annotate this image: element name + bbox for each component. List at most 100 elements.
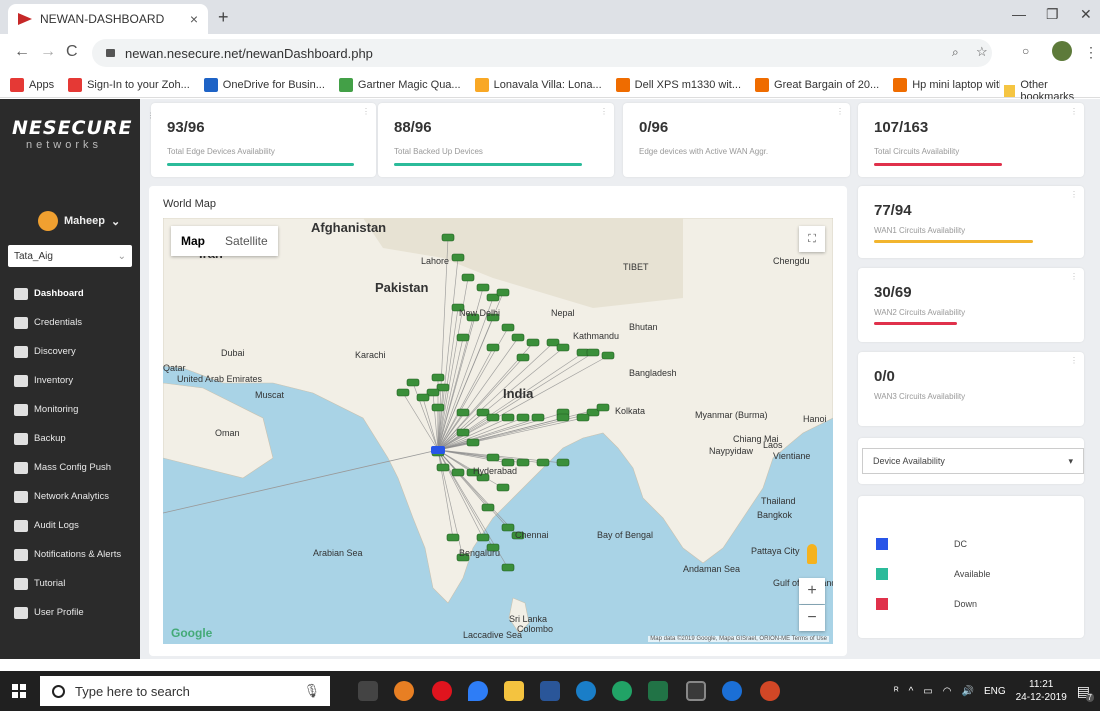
- map-place-label: Bengaluru: [459, 548, 501, 558]
- powerpoint-icon[interactable]: [760, 681, 780, 701]
- battery-icon[interactable]: ▭: [923, 686, 932, 697]
- sidebar-item-monitoring[interactable]: Monitoring: [0, 395, 140, 424]
- user-menu[interactable]: Maheep ⌄: [38, 211, 120, 231]
- stat-card: ⋮ 88/96 Total Backed Up Devices: [378, 103, 614, 177]
- bookmark-item[interactable]: Gartner Magic Qua...: [338, 77, 461, 92]
- bookmark-item[interactable]: Great Bargain of 20...: [755, 77, 879, 92]
- device-marker: [431, 403, 445, 412]
- sidebar-item-network-analytics[interactable]: Network Analytics: [0, 482, 140, 511]
- device-marker: [456, 408, 470, 417]
- sidebar-item-tutorial[interactable]: Tutorial: [0, 569, 140, 598]
- sidebar-item-label: Mass Config Push: [34, 462, 112, 473]
- sidebar-item-backup[interactable]: Backup: [0, 424, 140, 453]
- card-menu-icon[interactable]: ⋮: [1070, 272, 1078, 281]
- word-icon[interactable]: [540, 681, 560, 701]
- device-marker: [466, 438, 480, 447]
- card-menu-icon[interactable]: ⋮: [1070, 190, 1078, 199]
- new-tab-icon[interactable]: +: [218, 7, 229, 28]
- bookmark-star-icon[interactable]: ☆: [976, 44, 988, 60]
- device-marker: [486, 343, 500, 352]
- maps-pin-icon[interactable]: [468, 681, 488, 701]
- sidebar-item-audit-logs[interactable]: Audit Logs: [0, 511, 140, 540]
- language-indicator[interactable]: ENG: [984, 686, 1006, 697]
- sidebar-item-discovery[interactable]: Discovery: [0, 337, 140, 366]
- menu-kebab-icon[interactable]: ⋮: [1084, 44, 1098, 61]
- wan-label: WAN2 Circuits Availability: [874, 308, 966, 317]
- minimize-icon[interactable]: —: [1012, 6, 1026, 22]
- profile-avatar[interactable]: [1052, 41, 1072, 61]
- apps-grid-icon: [10, 77, 24, 92]
- bookmark-item[interactable]: OneDrive for Busin...: [203, 77, 325, 92]
- network-icon[interactable]: ◠: [943, 686, 952, 697]
- device-availability-select[interactable]: Device Availability ▾: [862, 448, 1084, 474]
- sidebar-item-user-profile[interactable]: User Profile: [0, 598, 140, 627]
- bookmark-favicon-icon: [893, 77, 908, 92]
- card-menu-icon[interactable]: ⋮: [1070, 107, 1078, 116]
- firefox-icon[interactable]: [394, 681, 414, 701]
- bookmark-item[interactable]: Lonavala Villa: Lona...: [474, 77, 602, 92]
- tab-title: NEWAN-DASHBOARD: [40, 12, 165, 26]
- task-view-icon[interactable]: [358, 681, 378, 701]
- notification-center-icon[interactable]: ▤ 7: [1077, 683, 1094, 702]
- url-field[interactable]: newan.nesecure.net/newanDashboard.php: [92, 39, 992, 67]
- bookmark-item[interactable]: Dell XPS m1330 wit...: [615, 77, 741, 92]
- stat-label: Total Edge Devices Availability: [167, 147, 275, 156]
- zoom-in-button[interactable]: +: [799, 578, 825, 604]
- microphone-icon[interactable]: 🎙: [303, 683, 320, 699]
- restore-icon[interactable]: ❐: [1046, 6, 1059, 23]
- tray-overflow-icon[interactable]: ^: [909, 686, 914, 697]
- map-place-label: Colombo: [517, 624, 554, 634]
- people-icon[interactable]: ᴿ: [894, 686, 899, 697]
- monitor-icon: [14, 403, 28, 416]
- device-marker: [451, 253, 465, 262]
- sidebar-item-notifications-alerts[interactable]: Notifications & Alerts: [0, 540, 140, 569]
- pegman-icon[interactable]: [799, 541, 825, 567]
- card-menu-icon[interactable]: ⋮: [600, 107, 608, 116]
- taskbar-search-input[interactable]: Type here to search 🎙: [40, 676, 330, 706]
- map-type-map-button[interactable]: Map: [171, 226, 215, 256]
- sidebar-item-label: Inventory: [34, 375, 74, 386]
- system-tray: ᴿ ^ ▭ ◠ 🔊 ENG 11:21 24-12-2019 ▤ 7: [894, 671, 1094, 711]
- close-window-icon[interactable]: ✕: [1080, 6, 1092, 23]
- sidebar-item-mass-config-push[interactable]: Mass Config Push: [0, 453, 140, 482]
- opera-icon[interactable]: [432, 681, 452, 701]
- zoom-icon[interactable]: ⌕: [952, 45, 959, 60]
- card-menu-icon[interactable]: ⋮: [1070, 356, 1078, 365]
- forward-icon[interactable]: →: [40, 43, 56, 61]
- map-type-satellite-button[interactable]: Satellite: [215, 226, 278, 256]
- world-map[interactable]: AfghanistanIranPakistanIndiaNepalBhutanB…: [163, 218, 833, 644]
- map-place-label: Chennai: [515, 530, 549, 540]
- reload-icon[interactable]: C: [66, 43, 78, 61]
- map-attribution[interactable]: Map data ©2019 Google, Mapa GISrael, ORI…: [648, 636, 829, 642]
- extension-icon[interactable]: ○: [1022, 44, 1029, 58]
- sidebar-item-dashboard[interactable]: Dashboard: [0, 279, 140, 308]
- browser-tab[interactable]: NEWAN-DASHBOARD ×: [8, 4, 208, 34]
- bookmark-item[interactable]: Apps: [10, 77, 54, 92]
- card-menu-icon[interactable]: ⋮: [836, 107, 844, 116]
- fullscreen-icon[interactable]: ⛶: [799, 226, 825, 252]
- map-place-label: Bay of Bengal: [597, 530, 654, 540]
- sidebar-item-inventory[interactable]: Inventory: [0, 366, 140, 395]
- wan-card: ⋮ 0/0 WAN3 Circuits Availability: [858, 352, 1084, 426]
- clock[interactable]: 11:21 24-12-2019: [1016, 678, 1067, 704]
- bookmark-item[interactable]: Sign-In to your Zoh...: [68, 77, 190, 92]
- file-explorer-icon[interactable]: [504, 681, 524, 701]
- tenant-select[interactable]: Tata_Aig ⌄: [8, 245, 132, 267]
- stat-value: 107/163: [874, 119, 929, 136]
- zoom-out-button[interactable]: −: [799, 605, 825, 631]
- map-place-label: New Delhi: [459, 308, 501, 318]
- bookmark-item[interactable]: Hp mini laptop with...: [893, 77, 1014, 92]
- active-app-icon[interactable]: [686, 681, 706, 701]
- close-tab-icon[interactable]: ×: [190, 11, 198, 27]
- chrome-icon[interactable]: [612, 681, 632, 701]
- card-menu-icon[interactable]: ⋮: [362, 107, 370, 116]
- excel-icon[interactable]: [648, 681, 668, 701]
- windows-start-icon[interactable]: [12, 684, 26, 698]
- volume-icon[interactable]: 🔊: [961, 686, 973, 697]
- mail-icon[interactable]: [722, 681, 742, 701]
- wan-value: 30/69: [874, 284, 912, 301]
- device-marker: [436, 463, 450, 472]
- sidebar-item-credentials[interactable]: Credentials: [0, 308, 140, 337]
- back-icon[interactable]: ←: [14, 43, 30, 61]
- skype-icon[interactable]: [576, 681, 596, 701]
